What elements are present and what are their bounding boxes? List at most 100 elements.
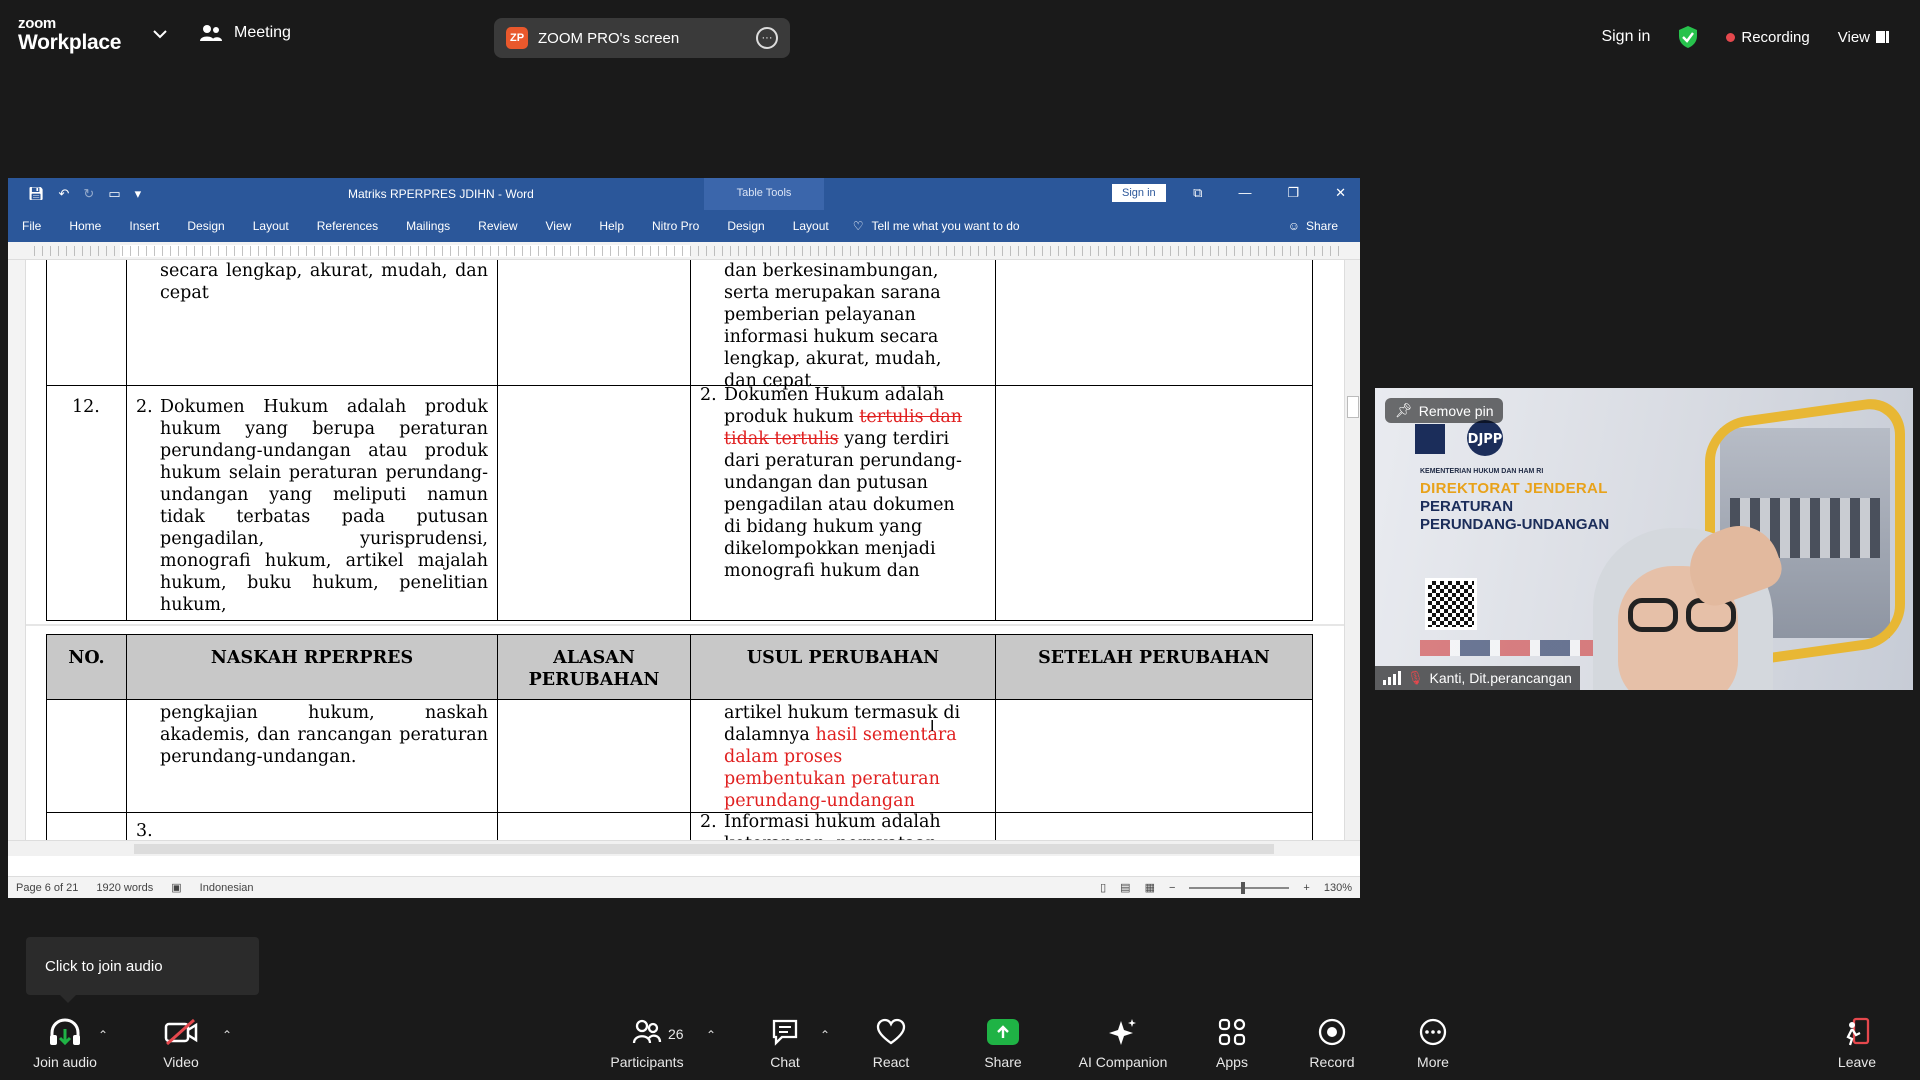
- chevron-down-icon[interactable]: [150, 26, 170, 42]
- redo-icon[interactable]: ↻: [83, 186, 94, 202]
- tab-table-design[interactable]: Design: [713, 219, 778, 233]
- tab-file[interactable]: File: [8, 219, 55, 233]
- join-audio-tooltip[interactable]: Click to join audio: [26, 937, 259, 1003]
- chat-options-chevron-icon[interactable]: ⌃: [820, 1028, 830, 1042]
- recording-dot-icon: [1726, 32, 1736, 42]
- participant-name: Kanti, Dit.perancangan: [1429, 670, 1572, 686]
- recording-indicator[interactable]: Recording: [1726, 29, 1810, 46]
- item-number: 3.: [136, 821, 153, 840]
- meeting-controls-toolbar: Join audio ⌃ Video ⌃ Participants 26 ⌃ C…: [0, 1006, 1920, 1080]
- tab-layout[interactable]: Layout: [239, 219, 303, 233]
- tab-help[interactable]: Help: [585, 219, 638, 233]
- save-icon[interactable]: 💾︎: [28, 186, 45, 202]
- screen-share-indicator[interactable]: ZP ZOOM PRO's screen ···: [494, 18, 790, 58]
- react-button[interactable]: React: [836, 1016, 946, 1070]
- tab-view[interactable]: View: [532, 219, 586, 233]
- zoom-out-icon[interactable]: −: [1169, 882, 1175, 894]
- share-label: Share: [1305, 219, 1338, 233]
- tab-references[interactable]: References: [303, 219, 392, 233]
- view-menu[interactable]: View: [1838, 29, 1890, 46]
- word-share-button[interactable]: ☺ Share: [1288, 219, 1338, 233]
- video-options-chevron-icon[interactable]: ⌃: [222, 1028, 232, 1042]
- read-mode-icon[interactable]: ▯: [1100, 881, 1106, 894]
- document-title: Matriks RPERPRES JDIHN - Word: [348, 187, 534, 201]
- print-layout-icon[interactable]: ▤: [1120, 881, 1130, 894]
- apps-label: Apps: [1216, 1054, 1248, 1070]
- language-indicator[interactable]: Indonesian: [200, 882, 254, 894]
- share-screen-button[interactable]: Share: [948, 1016, 1058, 1070]
- vertical-ruler[interactable]: [8, 260, 26, 840]
- share-title: ZOOM PRO's screen: [538, 29, 680, 47]
- zoom-level[interactable]: 130%: [1324, 882, 1352, 894]
- chat-button[interactable]: Chat: [730, 1016, 840, 1070]
- usul-text: yang terdiri dari peraturan perundang-un…: [724, 429, 962, 581]
- leave-button[interactable]: Leave: [1802, 1016, 1912, 1070]
- sign-in-link[interactable]: Sign in: [1601, 28, 1650, 46]
- undo-icon[interactable]: ↶: [59, 186, 70, 202]
- usul-cell-text: artikel hukum termasuk di dalamnya hasil…: [724, 702, 964, 812]
- item-number: 2.: [700, 385, 717, 405]
- more-options-icon[interactable]: ···: [756, 27, 778, 49]
- vertical-scrollbar[interactable]: [1344, 260, 1360, 840]
- word-count[interactable]: 1920 words: [96, 882, 153, 894]
- document-page[interactable]: secara lengkap, akurat, mudah, dan cepat…: [26, 260, 1344, 840]
- lightbulb-icon: ♡: [852, 219, 864, 233]
- zoom-slider[interactable]: [1189, 881, 1290, 894]
- apps-button[interactable]: Apps: [1177, 1016, 1287, 1070]
- zoom-logo[interactable]: zoom Workplace: [18, 16, 121, 53]
- chat-label: Chat: [770, 1054, 800, 1070]
- participant-name-badge: 🎙︎ Kanti, Dit.perancangan: [1375, 666, 1580, 690]
- record-button[interactable]: Record: [1277, 1016, 1387, 1070]
- participant-video-tile[interactable]: DJPP KEMENTERIAN HUKUM DAN HAM RI DIREKT…: [1375, 388, 1913, 690]
- restore-icon[interactable]: ❐: [1287, 185, 1299, 201]
- record-label: Record: [1309, 1054, 1355, 1070]
- meeting-menu[interactable]: Meeting: [200, 24, 291, 42]
- header-alasan: ALASAN PERUBAHAN: [497, 634, 691, 700]
- quick-access-toolbar: 💾︎ ↶ ↻ ▭ ▾: [8, 186, 141, 202]
- touch-mode-icon[interactable]: ▭: [108, 186, 120, 202]
- tab-nitro-pro[interactable]: Nitro Pro: [638, 219, 713, 233]
- video-button[interactable]: Video: [126, 1016, 236, 1070]
- more-button[interactable]: More: [1378, 1016, 1488, 1070]
- header-usul: USUL PERUBAHAN: [690, 634, 996, 700]
- text-cursor-icon: I: [930, 718, 935, 735]
- customize-toolbar-icon[interactable]: ▾: [135, 186, 142, 202]
- row-number: 12.: [72, 397, 100, 417]
- participants-options-chevron-icon[interactable]: ⌃: [706, 1028, 716, 1042]
- muted-mic-icon: 🎙︎: [1407, 670, 1424, 685]
- tab-review[interactable]: Review: [464, 219, 531, 233]
- word-sign-in-button[interactable]: Sign in: [1112, 184, 1166, 202]
- tab-table-layout[interactable]: Layout: [779, 219, 843, 233]
- sparkle-icon: [1109, 1019, 1136, 1045]
- web-layout-icon[interactable]: ▦: [1145, 881, 1155, 894]
- proofing-icon[interactable]: ▣: [171, 881, 181, 894]
- join-audio-button[interactable]: Join audio: [10, 1016, 120, 1070]
- zoom-in-icon[interactable]: +: [1303, 882, 1309, 894]
- tab-design[interactable]: Design: [173, 219, 238, 233]
- page-counter[interactable]: Page 6 of 21: [16, 882, 78, 894]
- naskah-cell-text: secara lengkap, akurat, mudah, dan cepat: [160, 261, 488, 303]
- ai-companion-button[interactable]: AI Companion: [1068, 1016, 1178, 1070]
- horizontal-scrollbar[interactable]: [8, 840, 1360, 856]
- audio-options-chevron-icon[interactable]: ⌃: [98, 1028, 108, 1042]
- word-window: 💾︎ ↶ ↻ ▭ ▾ Matriks RPERPRES JDIHN - Word…: [8, 178, 1360, 898]
- horizontal-ruler[interactable]: [8, 242, 1360, 260]
- ribbon-display-icon[interactable]: ⧉: [1193, 185, 1202, 201]
- record-icon: [1318, 1018, 1346, 1046]
- tab-home[interactable]: Home: [55, 219, 115, 233]
- remove-pin-button[interactable]: 📌︎ Remove pin: [1385, 398, 1504, 423]
- minimize-icon[interactable]: —: [1238, 185, 1251, 201]
- tab-insert[interactable]: Insert: [115, 219, 173, 233]
- item-number: 2.: [700, 812, 717, 832]
- tell-me-search[interactable]: ♡ Tell me what you want to do: [853, 219, 1020, 233]
- participants-count: 26: [668, 1026, 684, 1042]
- tab-mailings[interactable]: Mailings: [392, 219, 464, 233]
- headphones-icon: [50, 1018, 80, 1046]
- background-title-1: DIREKTORAT JENDERAL: [1420, 480, 1608, 497]
- security-shield-icon[interactable]: [1678, 26, 1698, 48]
- table-cell: [126, 812, 498, 840]
- share-label: Share: [984, 1054, 1022, 1070]
- participants-button[interactable]: Participants: [592, 1016, 702, 1070]
- ministry-logo-icon: DJPP: [1415, 420, 1503, 456]
- close-icon[interactable]: ✕: [1335, 185, 1346, 201]
